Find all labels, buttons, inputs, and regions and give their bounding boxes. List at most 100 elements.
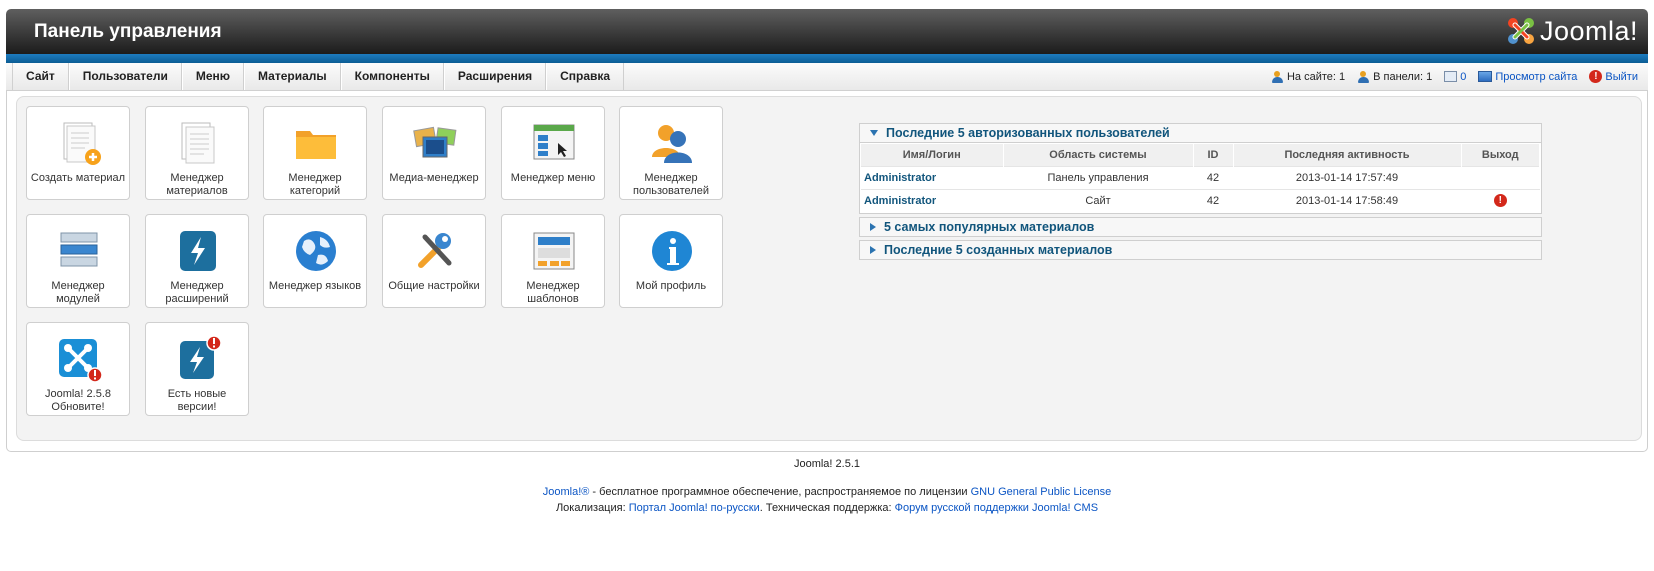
logged-users-header[interactable]: Последние 5 авторизованных пользователей <box>859 123 1542 143</box>
license-text: - бесплатное программное обеспечение, ра… <box>589 486 971 498</box>
quickicon-label: Менеджер материалов <box>166 172 228 197</box>
table-row: Administrator Сайт 42 2013-01-14 17:58:4… <box>861 188 1540 212</box>
language-globe-icon <box>296 231 336 271</box>
quickicon-user-manager[interactable]: Менеджер пользователей <box>619 106 723 200</box>
extension-manager-icon <box>180 231 216 271</box>
logo-text: Joomla! <box>1539 15 1638 46</box>
quickicon-label: Менеджер языков <box>268 280 362 292</box>
quickicon-label: Общие настройки <box>388 280 480 292</box>
popular-articles-header[interactable]: 5 самых популярных материалов <box>859 217 1542 237</box>
quickicon-module-manager[interactable]: Менеджер модулей <box>26 214 130 308</box>
quickicon-template-manager[interactable]: Менеджер шаблонов <box>501 214 605 308</box>
messages-icon <box>1444 71 1458 82</box>
quickicon-media-manager[interactable]: Медиа-менеджер <box>382 106 486 200</box>
module-manager-icon <box>60 232 98 267</box>
cell-activity: 2013-01-14 17:58:49 <box>1233 188 1461 212</box>
menu-extensions[interactable]: Расширения <box>443 63 547 90</box>
col-area: Область системы <box>1003 144 1194 166</box>
quickicon-label: Менеджер категорий <box>288 172 342 197</box>
logout-icon: ! <box>1589 70 1603 83</box>
col-logout: Выход <box>1461 144 1540 166</box>
monitor-icon <box>1478 71 1493 82</box>
status-messages[interactable]: 0 <box>1444 71 1466 83</box>
status-in-panel: В панели: 1 <box>1357 70 1433 83</box>
quickicon-add-article[interactable]: Создать материал <box>26 106 130 200</box>
quickicon-extension-manager[interactable]: Менеджер расширений <box>145 214 249 308</box>
profile-info-icon <box>652 231 692 271</box>
arrow-right-icon <box>870 223 876 231</box>
latest-articles-title: Последние 5 созданных материалов <box>884 243 1113 257</box>
quickicon-global-config[interactable]: Общие настройки <box>382 214 486 308</box>
joomla-link[interactable]: Joomla!® <box>543 486 590 498</box>
quickicon-menu-manager[interactable]: Менеджер меню <box>501 106 605 200</box>
admins-icon <box>1357 70 1370 83</box>
global-config-tools-icon <box>418 233 452 268</box>
arrow-right-icon <box>870 246 876 254</box>
popular-articles-title: 5 самых популярных материалов <box>884 220 1095 234</box>
header-bar: Панель управления Joomla! <box>6 9 1648 63</box>
menu-help[interactable]: Справка <box>546 63 625 90</box>
category-folder-icon <box>296 131 336 159</box>
logout-link[interactable]: Выйти <box>1605 71 1638 83</box>
quickicon-label: Медиа-менеджер <box>389 172 479 184</box>
status-area: На сайте: 1 В панели: 1 0 Просмотр сайта… <box>1271 63 1638 90</box>
menu-users[interactable]: Пользователи <box>68 63 182 90</box>
quickicon-label: Мой профиль <box>635 280 707 292</box>
quickicon-language-manager[interactable]: Менеджер языков <box>263 214 367 308</box>
menu-components[interactable]: Компоненты <box>340 63 444 90</box>
quickicon-label: Менеджер пользователей <box>633 172 709 197</box>
quickicon-label: Создать материал <box>30 172 126 184</box>
menu-content[interactable]: Материалы <box>244 63 341 90</box>
messages-count-link[interactable]: 0 <box>1460 71 1466 83</box>
localization-text: Локализация: <box>555 502 629 514</box>
on-site-text: На сайте: 1 <box>1286 70 1346 83</box>
col-activity: Последняя активность <box>1233 144 1462 166</box>
template-manager-icon <box>533 232 575 270</box>
menu-site[interactable]: Сайт <box>12 63 69 90</box>
joomla-ru-portal-link[interactable]: Портал Joomla! по-русски <box>629 502 760 514</box>
status-on-site: На сайте: 1 <box>1271 70 1346 83</box>
media-manager-icon <box>413 126 457 158</box>
view-site-link[interactable]: Просмотр сайта <box>1495 71 1577 83</box>
info-modules: Последние 5 авторизованных пользователей… <box>859 123 1542 260</box>
quickicon-my-profile[interactable]: Мой профиль <box>619 214 723 308</box>
cell-logout <box>1461 165 1540 189</box>
add-article-icon <box>63 122 101 165</box>
support-text: . Техническая поддержка: <box>759 502 895 514</box>
quickicon-joomla-update[interactable]: Joomla! 2.5.8 Обновите! <box>26 322 130 416</box>
menu-bar: Сайт Пользователи Меню Материалы Компоне… <box>6 63 1648 91</box>
quickicon-article-manager[interactable]: Менеджер материалов <box>145 106 249 200</box>
status-view-site[interactable]: Просмотр сайта <box>1478 71 1577 83</box>
quickicon-label: Есть новые версии! <box>167 388 227 413</box>
arrow-down-icon <box>870 130 878 136</box>
quickicon-label: Менеджер модулей <box>51 280 105 305</box>
user-link[interactable]: Administrator <box>864 195 936 207</box>
joomla-logo-icon <box>1507 18 1534 44</box>
joomla-logo: Joomla! <box>1506 14 1638 48</box>
footer-version: Joomla! 2.5.1 <box>793 458 861 470</box>
footer-support-line: Локализация: Портал Joomla! по-русски. Т… <box>0 502 1654 514</box>
menu-menus[interactable]: Меню <box>181 63 245 90</box>
quickicon-extension-updates[interactable]: Есть новые версии! <box>145 322 249 416</box>
joomla-ru-forum-link[interactable]: Форум русской поддержки Joomla! CMS <box>895 502 1098 514</box>
footer-license-line: Joomla!® - бесплатное программное обеспе… <box>0 486 1654 498</box>
menu-manager-icon <box>533 124 575 160</box>
in-panel-text: В панели: 1 <box>1373 70 1433 83</box>
cell-user: Administrator <box>861 188 1003 212</box>
quickicon-label: Joomla! 2.5.8 Обновите! <box>44 388 112 413</box>
page-title: Панель управления <box>34 21 222 42</box>
force-logout-icon[interactable]: ! <box>1493 194 1507 208</box>
latest-articles-header[interactable]: Последние 5 созданных материалов <box>859 240 1542 260</box>
status-logout[interactable]: ! Выйти <box>1589 70 1638 83</box>
gpl-link[interactable]: GNU General Public License <box>971 486 1112 498</box>
user-link[interactable]: Administrator <box>864 172 936 184</box>
logged-users-body: Имя/Логин Область системы ID Последняя а… <box>859 143 1542 214</box>
table-row: Administrator Панель управления 42 2013-… <box>861 165 1540 189</box>
col-id: ID <box>1193 144 1234 166</box>
cell-id: 42 <box>1193 165 1233 189</box>
article-manager-icon <box>181 122 215 164</box>
quickicon-category-manager[interactable]: Менеджер категорий <box>263 106 367 200</box>
cell-area: Сайт <box>1003 188 1193 212</box>
extension-update-icon <box>180 335 222 379</box>
cell-logout: ! <box>1461 188 1540 212</box>
